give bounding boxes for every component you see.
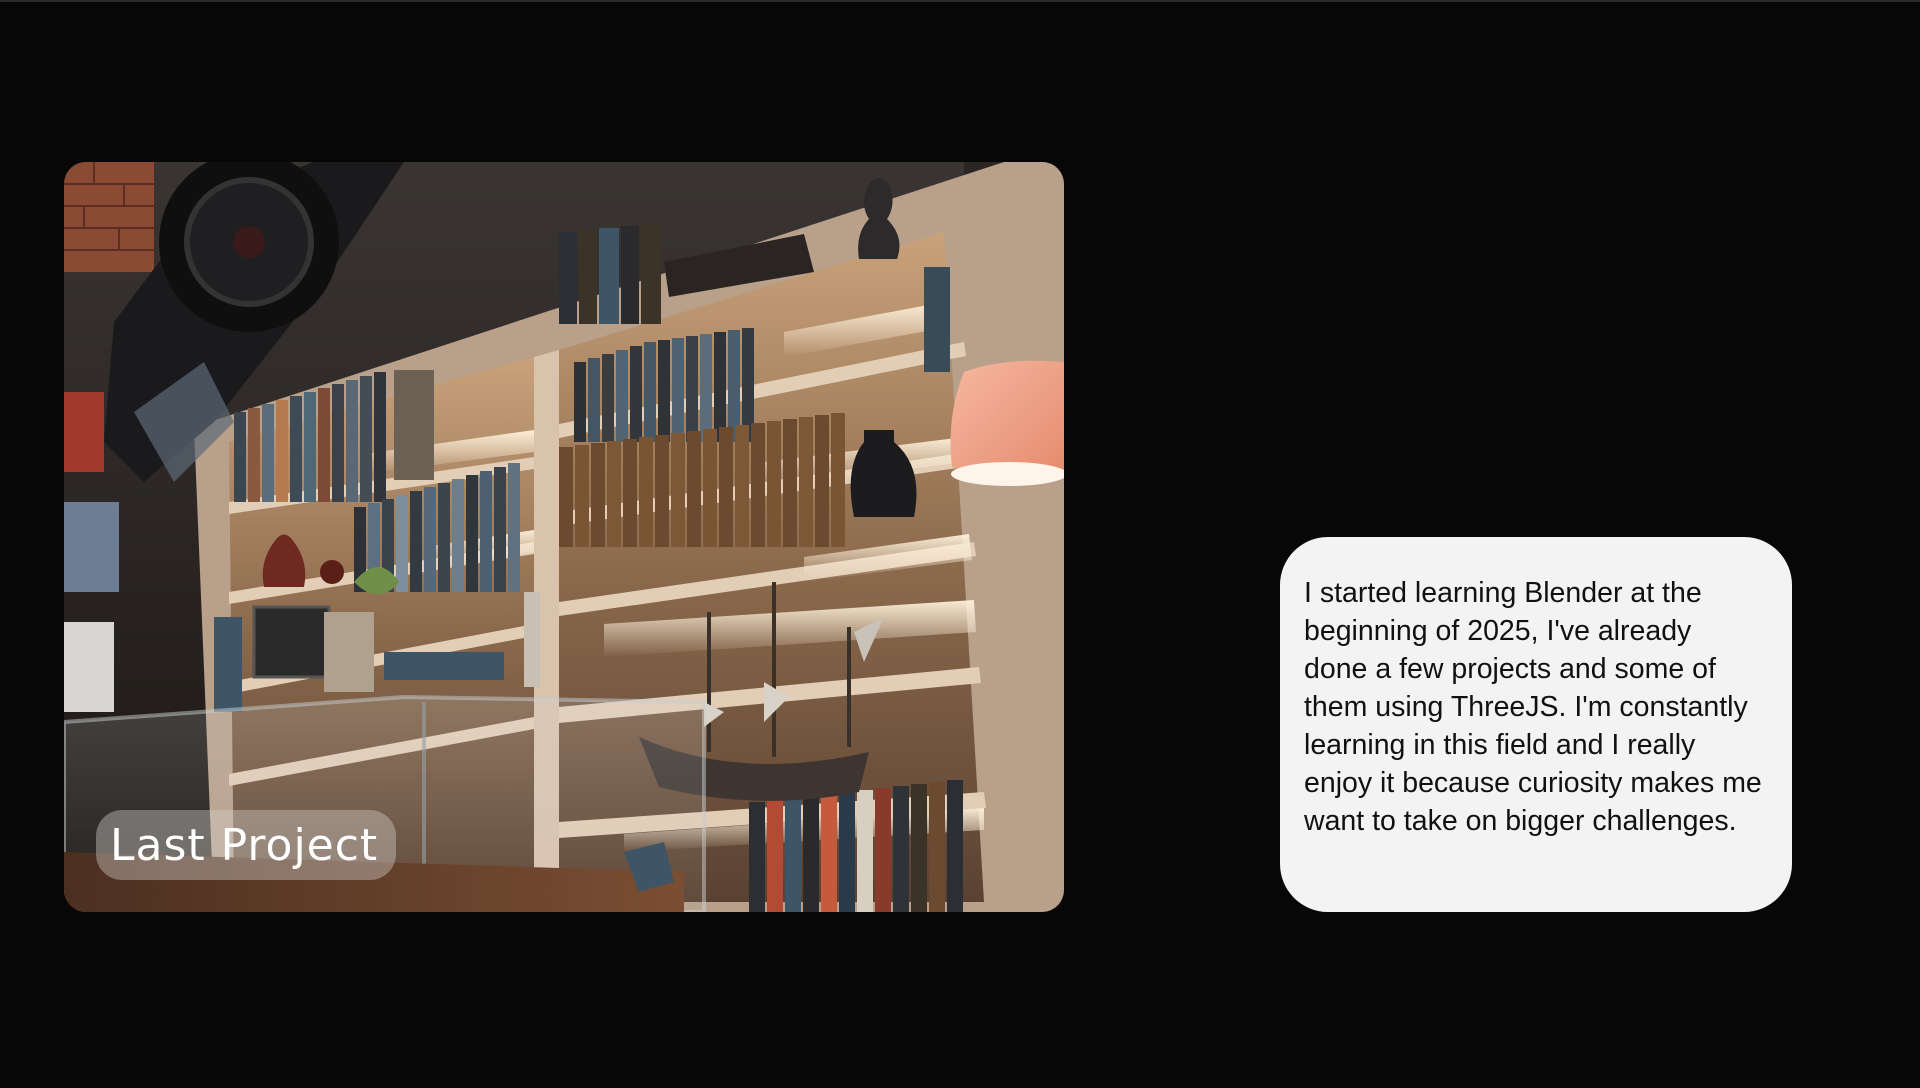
top-divider [0, 0, 1920, 2]
last-project-badge[interactable]: Last Project [96, 810, 397, 880]
about-paragraph: I started learning Blender at the beginn… [1304, 577, 1762, 837]
bookshelf-render-image [64, 162, 1064, 912]
about-text-card: I started learning Blender at the beginn… [1280, 537, 1792, 912]
last-project-card[interactable]: Last Project [64, 162, 1064, 912]
last-project-label: Last Project [110, 819, 379, 871]
page: Last Project I started learning Blender … [0, 0, 1920, 1088]
